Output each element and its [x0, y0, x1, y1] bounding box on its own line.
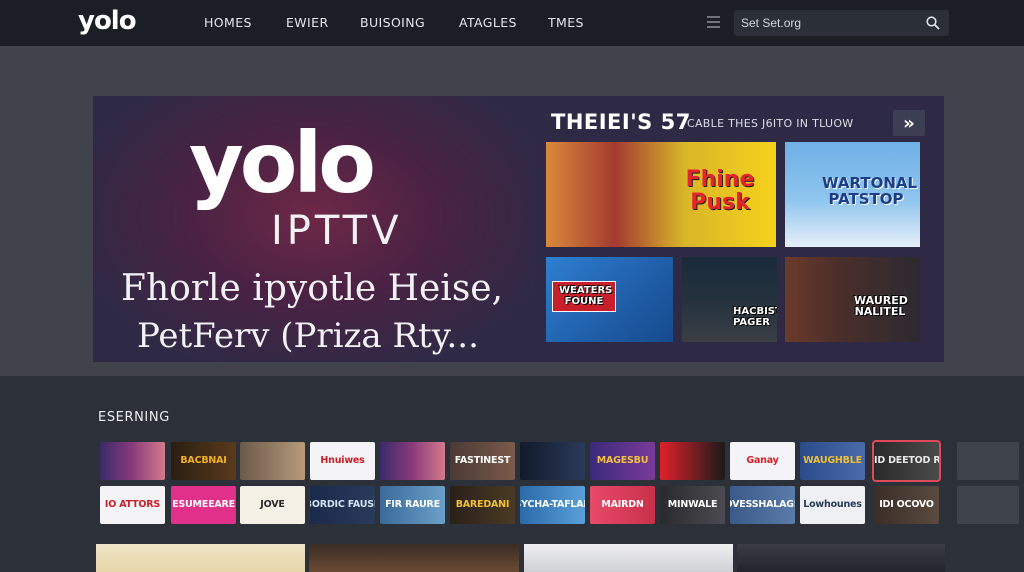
- bottom-tile-2-label: ESUMEEARE: [172, 499, 235, 511]
- bottom-tile-6[interactable]: BAREDANI: [450, 486, 515, 524]
- top-tile-8[interactable]: MAGESBU: [590, 442, 655, 480]
- bottom-tile-9-label: MINWALE: [667, 499, 718, 511]
- hero-brand-panel: yolo IPTTV Fhorle ipyotle Heise, PetFerv…: [93, 96, 533, 362]
- bottom-tile-5[interactable]: FIR RAURE: [380, 486, 445, 524]
- hero-tagline-line2: PetFerv (Priza Rty...: [137, 316, 479, 356]
- top-tile-1[interactable]: [100, 442, 165, 480]
- nav-item-atagles[interactable]: ATAGLES: [459, 15, 517, 30]
- search-icon[interactable]: [926, 16, 940, 30]
- top-tile-7[interactable]: [520, 442, 585, 480]
- top-tile-4-label: Hnuiwes: [320, 455, 365, 467]
- bottom-tile-13[interactable]: [957, 486, 1019, 524]
- bottom-tile-12[interactable]: IDI OCOVO: [874, 486, 939, 524]
- app-logo[interactable]: yolo: [78, 6, 137, 36]
- bottom-tile-4-label: BORDIC FAUSE: [310, 499, 375, 511]
- top-tile-6[interactable]: FASTINEST: [450, 442, 515, 480]
- bottom-tile-11[interactable]: Lowhounes: [800, 486, 865, 524]
- top-tile-2-label: BACBNAI: [180, 455, 227, 467]
- bottom-tile-1-label: IO ATTORS: [104, 499, 161, 511]
- nav-item-ewier[interactable]: EWIER: [286, 15, 329, 30]
- bottom-tile-7[interactable]: SYCHA-TAFLAR: [520, 486, 585, 524]
- featured-card-1-title: Fhine Pusk: [685, 167, 755, 216]
- featured-card-2[interactable]: WARTONAL PATSTOP: [785, 142, 920, 247]
- bottom-tile-3-label: JOVE: [260, 499, 285, 511]
- top-tile-5[interactable]: [380, 442, 445, 480]
- search-input[interactable]: [741, 14, 921, 32]
- hero-logo-word: yolo: [189, 114, 376, 212]
- hero-subtitle: IPTTV: [271, 208, 403, 254]
- bottom-tile-5-label: FIR RAURE: [385, 499, 440, 511]
- bottom-card-4[interactable]: [737, 544, 945, 572]
- bottom-card-1[interactable]: [96, 544, 305, 572]
- top-tile-13[interactable]: [957, 442, 1019, 480]
- nav-item-tmes[interactable]: TMES: [548, 15, 584, 30]
- top-tile-12-label: WRIOID DEETOD RVERS: [874, 455, 939, 467]
- top-tile-6-label: FASTINEST: [454, 455, 511, 467]
- top-tile-2[interactable]: BACBNAI: [171, 442, 236, 480]
- top-tile-4[interactable]: Hnuiwes: [310, 442, 375, 480]
- bottom-tile-11-label: Lowhounes: [803, 499, 862, 511]
- bottom-tile-10-label: OVESSHALAGS: [730, 499, 795, 511]
- bottom-tile-8-label: MAIRDN: [601, 499, 644, 511]
- top-tile-12[interactable]: WRIOID DEETOD RVERS: [872, 440, 941, 482]
- featured-card-4[interactable]: HACBIST PAGER: [682, 257, 777, 342]
- featured-card-3-title: WEATERS FOUNE: [552, 281, 616, 312]
- top-tile-11[interactable]: WAUGHBLE: [800, 442, 865, 480]
- featured-card-4-title: HACBIST PAGER: [733, 306, 777, 328]
- bottom-tile-4[interactable]: BORDIC FAUSE: [310, 486, 375, 524]
- hero-caption: CABLE THES J6ITO IN TLUOW: [687, 117, 854, 130]
- top-tile-8-label: MAGESBU: [596, 455, 649, 467]
- top-tile-3[interactable]: [240, 442, 305, 480]
- bottom-tile-9[interactable]: MINWALE: [660, 486, 725, 524]
- featured-card-3[interactable]: WEATERS FOUNE: [546, 257, 673, 342]
- next-arrow-button[interactable]: »: [893, 110, 925, 136]
- nav-item-homes[interactable]: HOMES: [204, 15, 252, 30]
- hero-heading: THEIEI'S 57: [551, 110, 691, 134]
- featured-card-5-title: WAURED NALITEL: [854, 293, 908, 319]
- nav-item-buisoing[interactable]: BUISOING: [360, 15, 425, 30]
- bottom-tile-3[interactable]: JOVE: [240, 486, 305, 524]
- bottom-tile-10[interactable]: OVESSHALAGS: [730, 486, 795, 524]
- bottom-card-3[interactable]: [524, 544, 733, 572]
- hero-tagline-line1: Fhorle ipyotle Heise,: [121, 268, 504, 309]
- top-nav: yolo HOMES EWIER BUISOING ATAGLES TMES: [0, 0, 1024, 46]
- bottom-tile-6-label: BAREDANI: [455, 499, 510, 511]
- top-tile-10[interactable]: Ganay: [730, 442, 795, 480]
- bottom-tile-8[interactable]: MAIRDN: [590, 486, 655, 524]
- top-tile-10-label: Ganay: [746, 455, 779, 467]
- hero-banner[interactable]: yolo IPTTV Fhorle ipyotle Heise, PetFerv…: [93, 96, 944, 362]
- bottom-tile-2[interactable]: ESUMEEARE: [171, 486, 236, 524]
- bottom-tile-12-label: IDI OCOVO: [879, 499, 934, 511]
- top-tile-11-label: WAUGHBLE: [803, 455, 862, 467]
- featured-card-5[interactable]: WAURED NALITEL: [785, 257, 920, 342]
- featured-card-2-title: WARTONAL PATSTOP: [822, 174, 918, 208]
- bottom-tile-7-label: SYCHA-TAFLAR: [520, 499, 585, 511]
- featured-card-1[interactable]: Fhine Pusk: [546, 142, 776, 247]
- top-tile-9[interactable]: [660, 442, 725, 480]
- list-icon[interactable]: [707, 16, 720, 28]
- bottom-card-2[interactable]: [309, 544, 519, 572]
- row-title: ESERNING: [98, 410, 170, 425]
- search-box[interactable]: [734, 10, 949, 36]
- bottom-tile-1[interactable]: IO ATTORS: [100, 486, 165, 524]
